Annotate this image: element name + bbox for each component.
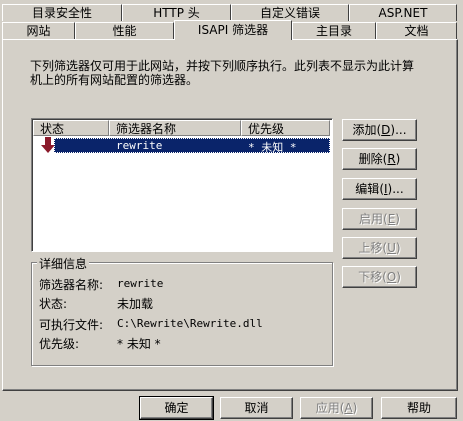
filter-list[interactable]: 状态 筛选器名称 优先级 rewrite * 未知 *: [31, 118, 333, 252]
add-button[interactable]: 添加(D)...: [342, 119, 417, 141]
tab-home-directory[interactable]: 主目录: [292, 22, 376, 39]
help-button[interactable]: 帮助: [381, 397, 457, 419]
filter-name-label: 筛选器名称:: [39, 278, 104, 292]
filter-name-value: rewrite: [117, 277, 164, 290]
status-value: 未加载: [117, 297, 154, 311]
column-header-status[interactable]: 状态: [33, 120, 109, 136]
table-row[interactable]: rewrite * 未知 *: [54, 138, 330, 154]
cancel-button[interactable]: 取消: [220, 397, 293, 419]
priority-value: * 未知 *: [117, 337, 161, 351]
executable-value: C:\Rewrite\Rewrite.dll: [117, 317, 263, 330]
priority-label: 优先级:: [39, 337, 80, 351]
move-down-button[interactable]: 下移(O): [342, 266, 417, 288]
remove-button[interactable]: 删除(R): [342, 148, 417, 170]
column-header-priority[interactable]: 优先级: [241, 120, 330, 136]
executable-label: 可执行文件:: [39, 318, 104, 332]
description-line-2: 机上的所有网站配置的筛选器。: [30, 73, 199, 87]
filter-name-cell: rewrite: [116, 139, 163, 152]
tab-aspnet[interactable]: ASP.NET: [349, 4, 457, 21]
priority-cell: * 未知 *: [248, 141, 297, 154]
tab-custom-errors[interactable]: 自定义错误: [231, 4, 349, 21]
tab-documents[interactable]: 文档: [376, 22, 457, 39]
tab-http-headers[interactable]: HTTP 头: [122, 4, 231, 21]
tab-performance[interactable]: 性能: [75, 22, 174, 39]
ok-button[interactable]: 确定: [139, 396, 214, 420]
move-up-button[interactable]: 上移(U): [342, 237, 417, 259]
apply-button[interactable]: 应用(A): [300, 397, 373, 419]
details-title: 详细信息: [37, 255, 90, 272]
edit-button[interactable]: 编辑(I)...: [342, 178, 417, 200]
column-header-filter-name[interactable]: 筛选器名称: [109, 120, 241, 136]
tab-website[interactable]: 网站: [2, 22, 75, 39]
enable-button[interactable]: 启用(E): [342, 208, 417, 230]
tab-directory-security[interactable]: 目录安全性: [2, 4, 122, 21]
status-label: 状态:: [39, 297, 68, 311]
tab-isapi-filters[interactable]: ISAPI 筛选器: [174, 20, 292, 40]
